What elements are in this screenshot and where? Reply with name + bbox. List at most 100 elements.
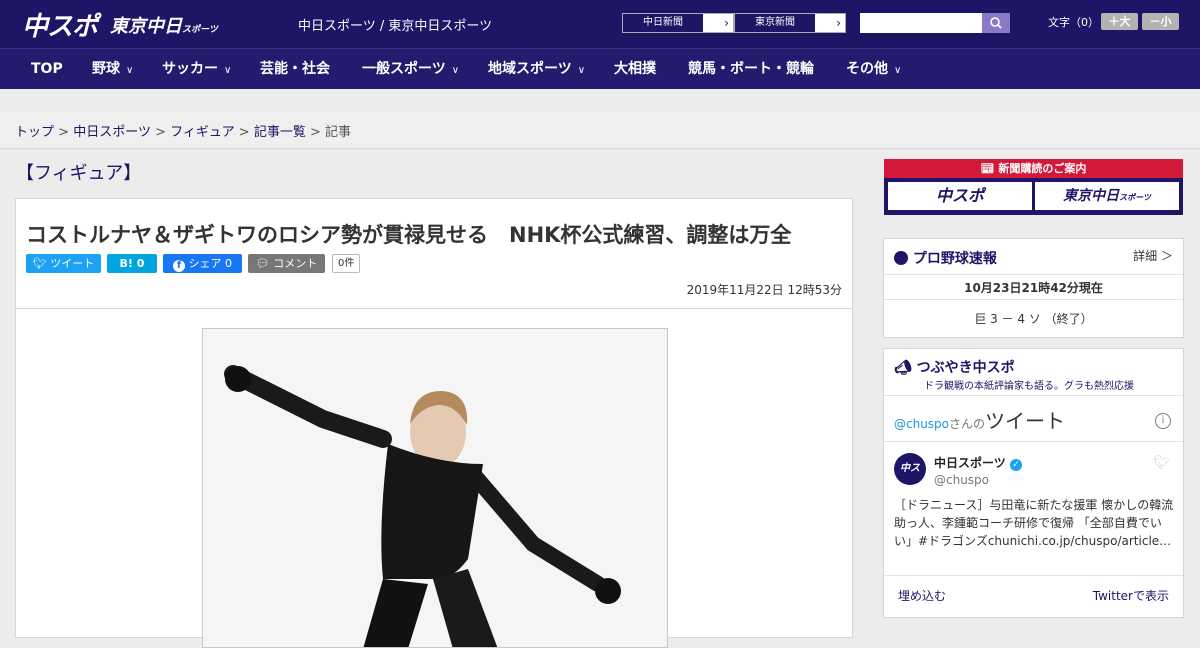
tweet-label: ツイート (50, 257, 95, 270)
baseball-detail-link[interactable]: 詳細 ＞ (1133, 247, 1173, 264)
logo-sub-small: スポーツ (182, 25, 218, 35)
search-icon (990, 17, 1002, 29)
paper-link-label: 中日新聞 (623, 14, 703, 32)
chevron-down-icon: ∨ (224, 65, 232, 76)
tsubuyaki-title: 📣︎ つぶやき中スポ (894, 357, 1015, 377)
embed-link[interactable]: 埋め込む (898, 587, 946, 604)
chuspo-logo[interactable]: 中スポ (22, 6, 98, 43)
megaphone-icon: 📣︎ (894, 360, 912, 376)
promo-title: 📰︎ 新聞購読のご案内 (884, 159, 1183, 178)
btn2-label: 東京中日 (1063, 188, 1120, 204)
tokyo-shimbun-link[interactable]: 東京新聞 › (734, 13, 846, 33)
handle-suffix: さんの (949, 417, 986, 431)
nav-item-top[interactable]: TOP (31, 49, 63, 89)
ad-strip (0, 89, 1200, 112)
widget-divider (884, 274, 1183, 275)
chevron-down-icon: ∨ (577, 65, 586, 76)
chevron-right-icon: › (724, 16, 729, 30)
newspaper-icon: 📰︎ (980, 162, 995, 175)
tokyo-chunichi-logo[interactable]: 東京中日スポーツ (110, 12, 218, 38)
breadcrumb-chunichi-sports[interactable]: 中日スポーツ (73, 125, 151, 140)
breadcrumb-figure[interactable]: フィギュア (170, 125, 234, 140)
breadcrumb-top[interactable]: トップ (15, 125, 54, 140)
chuspo-subscribe-button[interactable]: 中スポ (888, 182, 1032, 210)
breadcrumb-separator: > (238, 125, 250, 140)
chevron-right-icon: › (836, 16, 841, 30)
tsubuyaki-subtitle: ドラ観戦の本紙評論家も語る。グラも熱烈応援 (924, 381, 1134, 392)
baseball-score[interactable]: 巨 3 － 4 ソ （終了） (884, 310, 1183, 327)
facebook-share-button[interactable]: f シェア 0 (163, 254, 242, 273)
baseball-title-text: プロ野球速報 (912, 251, 997, 267)
chunichi-shimbun-link[interactable]: 中日新聞 › (622, 13, 734, 33)
avatar[interactable]: 中ス (894, 453, 926, 485)
logo-sub-text: 東京中日 (110, 16, 182, 37)
search-button[interactable] (982, 13, 1010, 33)
article-divider (16, 308, 852, 309)
baseball-score-widget: プロ野球速報 詳細 ＞ 10月23日21時42分現在 巨 3 － 4 ソ （終了… (883, 238, 1184, 338)
tweet-user-name[interactable]: 中日スポーツ ✓ (934, 454, 1022, 471)
top-header: 中スポ 東京中日スポーツ 中日スポーツ / 東京中日スポーツ 中日新聞 › 東京… (0, 0, 1200, 48)
nav-label: 芸能・社会 (260, 61, 330, 77)
nav-item-soccer[interactable]: サッカー ∨ (162, 49, 231, 89)
main-nav: TOP 野球 ∨ サッカー ∨ 芸能・社会 一般スポーツ ∨ 地域スポーツ ∨ 大相撲 … (0, 48, 1200, 89)
baseball-icon (894, 251, 908, 265)
site-name-link[interactable]: 中日スポーツ / 東京中日スポーツ (298, 15, 492, 34)
baseball-widget-title: プロ野球速報 (894, 248, 997, 268)
view-on-twitter-link[interactable]: Twitterで表示 (1093, 587, 1169, 604)
hatena-count: 0 (136, 257, 145, 270)
nav-item-keiba[interactable]: 競馬・ボート・競輪 (688, 49, 814, 89)
widget-divider (884, 441, 1183, 442)
article-photo[interactable] (202, 328, 668, 648)
figure-skater-photo (203, 329, 667, 647)
tokyo-chunichi-subscribe-button[interactable]: 東京中日スポーツ (1035, 182, 1179, 210)
tweet-button[interactable]: 🐦︎ ツイート (26, 254, 101, 273)
chevron-down-icon: ∨ (126, 65, 134, 76)
tsubuyaki-title-text: つぶやき中スポ (916, 360, 1015, 376)
nav-item-local-sports[interactable]: 地域スポーツ ∨ (488, 49, 585, 89)
chevron-down-icon: ∨ (451, 65, 460, 76)
subscription-promo: 📰︎ 新聞購読のご案内 中スポ 東京中日スポーツ (884, 159, 1183, 215)
font-larger-button[interactable]: ＋大 (1101, 13, 1138, 30)
comment-button[interactable]: 💬︎ コメント (248, 254, 325, 273)
tweet-text: ［ドラニュース］与田竜に新たな援軍 懐かしの韓流助っ人、李鍾範コーチ研修で復帰 … (894, 498, 1174, 548)
nav-item-baseball[interactable]: 野球 ∨ (92, 49, 133, 89)
promo-title-text: 新聞購読のご案内 (998, 162, 1087, 175)
tweet-user-handle[interactable]: @chuspo (934, 473, 989, 487)
widget-divider (884, 299, 1183, 300)
facebook-label: シェア (188, 257, 222, 270)
nav-label: サッカー (162, 61, 218, 77)
article-date: 2019年11月22日 12時53分 (686, 283, 842, 297)
nav-label: 一般スポーツ (362, 61, 446, 77)
hatena-bookmark-button[interactable]: B! 0 (107, 254, 157, 273)
nav-label: 大相撲 (614, 61, 656, 77)
breadcrumb-separator: > (58, 125, 70, 140)
nav-label: 地域スポーツ (488, 61, 572, 77)
nav-item-entertainment[interactable]: 芸能・社会 (260, 49, 330, 89)
tweet-word: ツイート (985, 409, 1066, 433)
nav-item-general-sports[interactable]: 一般スポーツ ∨ (362, 49, 459, 89)
search-input[interactable] (860, 13, 982, 33)
nav-label: 野球 (92, 61, 120, 77)
category-title: 【フィギュア】 (16, 163, 142, 184)
twitter-bird-icon[interactable]: 🐦︎ (1153, 455, 1171, 471)
breadcrumb-separator: > (155, 125, 166, 140)
paper-link-label: 東京新聞 (735, 14, 815, 32)
facebook-count: 0 (225, 257, 232, 270)
info-icon[interactable]: i (1155, 413, 1171, 429)
font-smaller-button[interactable]: －小 (1142, 13, 1179, 30)
chevron-down-icon: ∨ (894, 65, 902, 76)
nav-label: 競馬・ボート・競輪 (688, 61, 814, 77)
nav-item-sumo[interactable]: 大相撲 (614, 49, 656, 89)
facebook-icon: f (173, 260, 185, 272)
breadcrumb-current: 記事 (325, 125, 352, 140)
font-size-label: 文字（0） (1048, 16, 1099, 29)
nav-item-other[interactable]: その他 ∨ (846, 49, 901, 89)
breadcrumb-separator: > (309, 125, 321, 140)
hatena-label: B! (119, 257, 133, 270)
chuspo-handle-link[interactable]: @chuspo (894, 417, 949, 431)
comment-label: コメント (273, 257, 318, 270)
comment-count: 0件 (332, 254, 361, 273)
nav-label: TOP (31, 61, 63, 77)
breadcrumb-article-list[interactable]: 記事一覧 (254, 125, 306, 140)
nav-label: その他 (846, 61, 888, 77)
